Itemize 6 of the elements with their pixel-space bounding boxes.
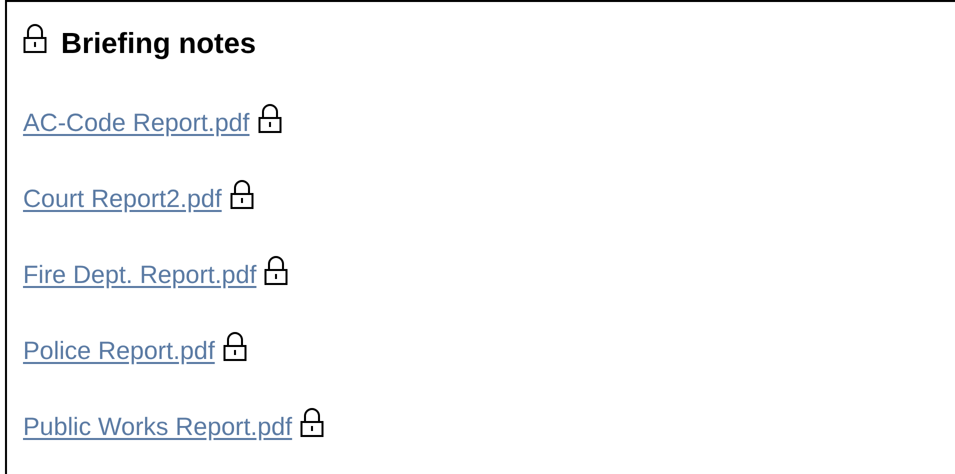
file-link[interactable]: Court Report2.pdf <box>23 185 222 214</box>
panel-title: Briefing notes <box>61 28 256 60</box>
file-link[interactable]: Police Report.pdf <box>23 337 215 366</box>
file-link[interactable]: AC-Code Report.pdf <box>23 109 250 138</box>
file-link[interactable]: Fire Dept. Report.pdf <box>23 261 256 290</box>
file-link[interactable]: Public Works Report.pdf <box>23 413 292 442</box>
